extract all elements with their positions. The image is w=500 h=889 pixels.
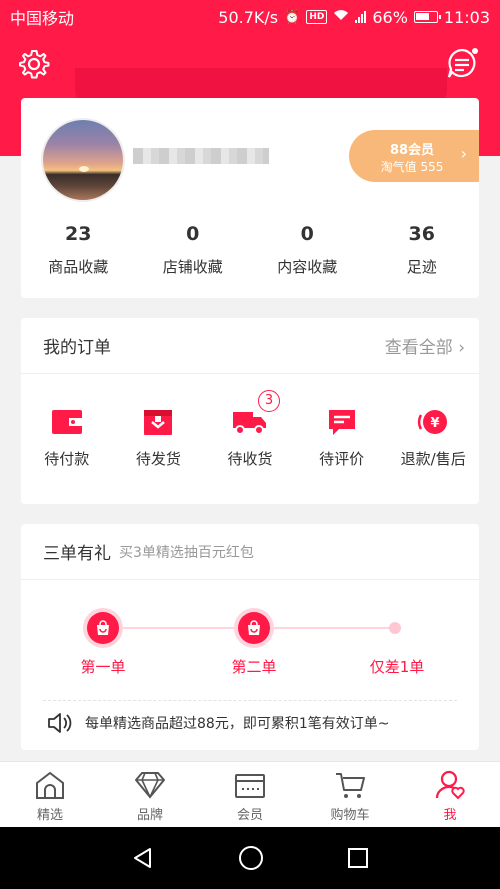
battery-icon (413, 11, 441, 23)
tab-featured[interactable]: 精选 (0, 762, 100, 827)
cart-icon (336, 773, 365, 798)
stat-number: 0 (300, 223, 314, 245)
alarm-icon: ⏰ (284, 9, 301, 25)
promo-note-text: 每单精选商品超过88元，即可累积1笔有效订单~ (85, 716, 390, 732)
stat-label: 足迹 (406, 258, 437, 276)
order-label: 退款/售后 (400, 450, 466, 468)
tab-brands[interactable]: 品牌 (100, 762, 200, 827)
order-status-row: 待付款 待发货 3 待收货 待评价 ¥ 退款/售后 (21, 374, 479, 469)
chevron-right-icon: › (460, 144, 467, 163)
tab-bar: 精选 品牌 会员 购物车 我 (0, 761, 500, 827)
tab-label: 精选 (36, 808, 63, 823)
stat-label: 店铺收藏 (162, 258, 223, 276)
stat-label: 商品收藏 (48, 258, 109, 276)
tab-label: 品牌 (136, 808, 163, 823)
member-badge[interactable]: 88会员 淘气值 555 › (349, 130, 479, 182)
order-pending-shipment[interactable]: 待发货 (113, 404, 205, 469)
order-pending-payment[interactable]: 待付款 (21, 404, 113, 469)
comment-icon (328, 410, 355, 435)
order-pending-receipt[interactable]: 3 待收货 (204, 390, 296, 469)
orders-title: 我的订单 (43, 338, 111, 358)
stat-number: 23 (65, 223, 92, 245)
back-icon[interactable] (131, 846, 155, 870)
network-speed: 50.7K/s (218, 7, 279, 27)
promo-header[interactable]: 三单有礼 买3单精选抽百元红包 (21, 524, 479, 580)
stat-footprints[interactable]: 36 足迹 (365, 220, 480, 284)
user-icon (435, 770, 465, 800)
stats-row: 23 商品收藏 0 店铺收藏 0 内容收藏 36 足迹 (21, 220, 479, 284)
package-icon (144, 410, 173, 435)
profile-card: 88会员 淘气值 555 › 23 商品收藏 0 店铺收藏 0 内容收藏 36 … (21, 98, 479, 298)
speaker-icon (48, 713, 72, 733)
promo-note: 每单精选商品超过88元，即可累积1笔有效订单~ (47, 712, 389, 734)
tab-label: 我 (443, 808, 457, 823)
shopping-bag-icon (97, 620, 109, 635)
stat-label: 内容收藏 (277, 258, 338, 276)
wifi-icon (333, 9, 349, 25)
hd-icon: HD (306, 10, 328, 24)
step-label: 仅差1单 (369, 658, 425, 676)
carrier-label: 中国移动 (10, 9, 75, 28)
svg-text:¥: ¥ (431, 416, 440, 431)
status-bar: 中国移动 50.7K/s ⏰ HD 66% 11:03 (0, 0, 500, 34)
order-count-badge: 3 (257, 390, 280, 412)
step-three-dot (389, 622, 401, 634)
tab-cart[interactable]: 购物车 (300, 762, 400, 827)
clock: 11:03 (443, 7, 490, 27)
view-all-label: 查看全部 (384, 338, 453, 358)
step-label: 第一单 (80, 658, 126, 676)
gear-icon (19, 50, 50, 79)
recents-icon[interactable] (347, 847, 369, 869)
step-two-dot (238, 612, 270, 644)
tab-membership[interactable]: 会员 (200, 762, 300, 827)
messages-button[interactable] (442, 44, 482, 84)
settings-button[interactable] (14, 44, 54, 84)
tab-label: 购物车 (330, 808, 370, 823)
status-right: 50.7K/s ⏰ HD 66% 11:03 (218, 8, 490, 27)
view-all-orders-link[interactable]: 查看全部 › (385, 333, 465, 358)
tab-me[interactable]: 我 (400, 762, 500, 827)
orders-header: 我的订单 查看全部 › (21, 318, 479, 374)
promo-subtitle: 买3单精选抽百元红包 (119, 544, 254, 561)
system-nav-bar (0, 827, 500, 889)
tab-label: 会员 (236, 808, 263, 823)
username-obscured[interactable] (133, 148, 269, 164)
home-icon (36, 771, 64, 799)
signal-icon (355, 11, 367, 23)
member-card-icon (235, 774, 265, 798)
orders-card: 我的订单 查看全部 › 待付款 待发货 3 待收货 待评价 ¥ 退款/售后 (21, 318, 479, 504)
avatar[interactable] (43, 120, 123, 200)
stat-content-favorites[interactable]: 0 内容收藏 (250, 220, 365, 284)
home-circle-icon[interactable] (238, 845, 264, 871)
stat-number: 0 (186, 223, 200, 245)
stat-product-favorites[interactable]: 23 商品收藏 (21, 220, 136, 284)
message-icon (447, 48, 478, 78)
order-label: 待收货 (227, 450, 273, 468)
order-refund-aftersale[interactable]: ¥ 退款/售后 (387, 404, 479, 469)
shopping-bag-icon (248, 620, 260, 635)
wallet-icon (51, 410, 83, 434)
order-pending-review[interactable]: 待评价 (296, 404, 388, 469)
chevron-right-icon: › (458, 338, 465, 358)
truck-icon (232, 412, 266, 435)
promo-card: 三单有礼 买3单精选抽百元红包 第一单 第二单 仅差1单 每单精选商品超过88元… (21, 524, 479, 750)
order-label: 待发货 (135, 450, 181, 468)
order-label: 待付款 (44, 450, 90, 468)
stat-shop-favorites[interactable]: 0 店铺收藏 (136, 220, 251, 284)
battery-percent: 66% (372, 7, 408, 27)
member-score: 淘气值 555 (380, 160, 444, 174)
stat-number: 36 (408, 223, 435, 245)
member-title: 88会员 (389, 143, 435, 158)
refund-icon: ¥ (418, 410, 448, 434)
step-label: 第二单 (231, 658, 277, 676)
diamond-icon (135, 772, 165, 799)
promo-title: 三单有礼 (43, 544, 111, 564)
order-label: 待评价 (319, 450, 365, 468)
step-one-dot (87, 612, 119, 644)
promo-divider (43, 700, 457, 701)
